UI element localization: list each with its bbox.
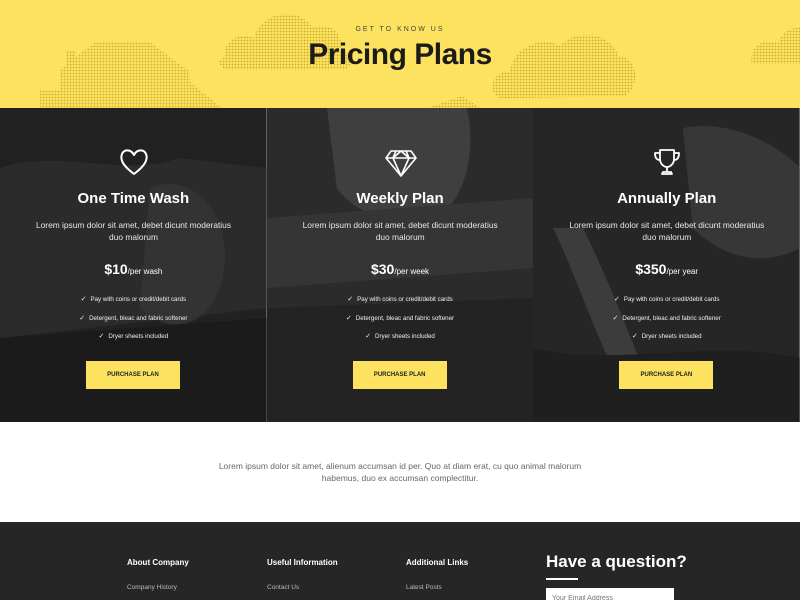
trophy-icon (654, 149, 681, 175)
feature-item: ✓ Pay with coins or credit/debit cards (80, 296, 187, 303)
purchase-plan-button[interactable]: PURCHASE PLAN (86, 361, 180, 389)
price-amount: $350 (635, 261, 667, 277)
footer-link-latest-posts[interactable]: Latest Posts (406, 584, 468, 591)
plan-price: $350/per year (533, 261, 800, 277)
check-icon: ✓ (347, 296, 354, 303)
check-icon: ✓ (365, 333, 372, 340)
feature-item: ✓ Pay with coins or credit/debit cards (347, 296, 453, 303)
purchase-plan-button[interactable]: PURCHASE PLAN (619, 361, 714, 389)
feature-item: ✓ Detergent, bleac and fabric softener (345, 314, 455, 322)
footer-heading: About Company (127, 558, 189, 567)
price-amount: $10 (104, 261, 128, 277)
footer-link-company-history[interactable]: Company History (127, 584, 189, 591)
pricing-plans: One Time Wash Lorem ipsum dolor sit amet… (0, 108, 800, 422)
price-period: /per week (394, 267, 430, 276)
plan-price: $30/per week (267, 261, 534, 277)
pricing-note: Lorem ipsum dolor sit amet, alienum accu… (218, 461, 582, 483)
footer-column-about: About Company Company History (127, 558, 189, 591)
pricing-note-section: Lorem ipsum dolor sit amet, alienum accu… (0, 422, 800, 522)
plan-card-weekly: Weekly Plan Lorem ipsum dolor sit amet, … (266, 108, 534, 422)
feature-list: ✓ Pay with coins or credit/debit cards ✓ D… (267, 295, 534, 351)
footer-heading: Additional Links (406, 558, 469, 567)
house-silhouette-center (428, 96, 480, 108)
plan-name: Annually Plan (617, 190, 717, 207)
plan-description: Lorem ipsum dolor sit amet, debet dicunt… (302, 220, 498, 242)
check-icon: ✓ (98, 333, 105, 340)
page-title: Pricing Plans (308, 38, 492, 71)
price-period: /per year (666, 267, 699, 276)
site-footer: About Company Company History Useful Inf… (0, 522, 800, 600)
pricing-hero: GET TO KNOW US Pricing Plans (0, 0, 800, 108)
plan-price: $10/per wash (0, 261, 267, 277)
footer-column-additional: Additional Links Latest Posts (406, 558, 468, 591)
diamond-icon (384, 150, 417, 177)
check-icon: ✓ (613, 296, 620, 303)
check-icon: ✓ (631, 333, 638, 340)
feature-item: ✓ Dryer sheets included (365, 333, 435, 340)
check-icon: ✓ (345, 314, 352, 322)
feature-list: ✓ Pay with coins or credit/debit cards ✓ D… (533, 295, 800, 351)
section-eyebrow: GET TO KNOW US (355, 26, 445, 33)
email-field[interactable] (546, 588, 674, 600)
check-icon: ✓ (612, 314, 619, 322)
plan-description: Lorem ipsum dolor sit amet, debet dicunt… (569, 220, 765, 242)
feature-item: ✓ Detergent, bleac and fabric softener (612, 314, 721, 322)
check-icon: ✓ (79, 314, 86, 322)
plan-name: One Time Wash (77, 190, 190, 207)
feature-item: ✓ Detergent, bleac and fabric softener (79, 314, 188, 322)
price-period: /per wash (127, 267, 163, 276)
feature-list: ✓ Pay with coins or credit/debit cards ✓ D… (0, 295, 267, 351)
feature-item: ✓ Dryer sheets included (98, 333, 169, 340)
check-icon: ✓ (80, 296, 87, 303)
footer-heading: Useful Information (267, 558, 338, 567)
feature-item: ✓ Dryer sheets included (631, 333, 702, 340)
plan-name: Weekly Plan (356, 190, 444, 207)
title-underline (546, 578, 578, 580)
plan-description: Lorem ipsum dolor sit amet, debet dicunt… (35, 220, 232, 242)
price-amount: $30 (370, 261, 395, 277)
heart-icon (120, 149, 148, 175)
purchase-plan-button[interactable]: PURCHASE PLAN (352, 361, 447, 389)
feature-item: ✓ Pay with coins or credit/debit cards (613, 296, 720, 303)
footer-link-contact-us[interactable]: Contact Us (267, 584, 338, 591)
question-block: Have a question? (546, 552, 746, 600)
plan-card-annually: Annually Plan Lorem ipsum dolor sit amet… (533, 108, 800, 422)
footer-column-useful: Useful Information Contact Us (267, 558, 338, 591)
question-title: Have a question? (546, 552, 687, 571)
plan-card-one-time-wash: One Time Wash Lorem ipsum dolor sit amet… (0, 108, 267, 422)
